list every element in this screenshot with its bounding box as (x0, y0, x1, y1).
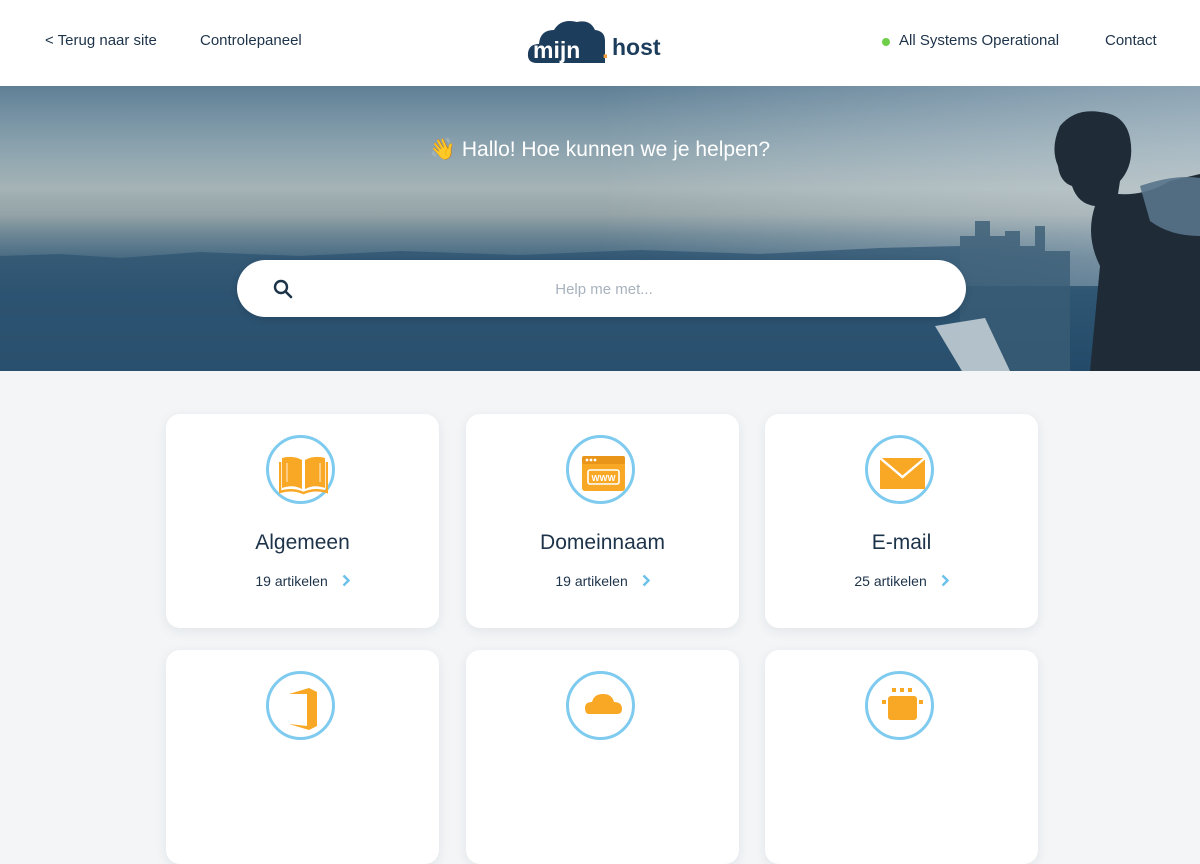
card-article-count[interactable]: 19 artikelen (166, 573, 439, 589)
hero-banner: 👋 Hallo! Hoe kunnen we je helpen? (0, 86, 1200, 371)
search-icon[interactable] (273, 279, 293, 299)
category-card-e-mail[interactable]: E-mail 25 artikelen (765, 414, 1038, 628)
chevron-right-icon[interactable] (642, 574, 650, 587)
card-article-count[interactable]: 19 artikelen (466, 573, 739, 589)
svg-text:WWW: WWW (591, 473, 616, 483)
server-icon (882, 688, 923, 720)
office-icon (289, 688, 317, 730)
category-card-office[interactable] (166, 650, 439, 864)
logo-dot: . (602, 37, 609, 64)
chevron-right-icon[interactable] (941, 574, 949, 587)
card-icon-ring (865, 671, 934, 740)
open-book-icon (279, 456, 328, 495)
card-icon-ring: WWW (566, 435, 635, 504)
www-browser-icon: WWW (582, 456, 625, 491)
brand-logo[interactable]: mijn . host (527, 16, 667, 66)
category-card-domeinnaam[interactable]: WWW Domeinnaam 19 artikelen (466, 414, 739, 628)
search-input[interactable] (307, 260, 901, 319)
card-article-count[interactable]: 25 artikelen (765, 573, 1038, 589)
card-title: Algemeen (255, 531, 350, 554)
card-icon-ring (566, 671, 635, 740)
card-icon-ring (865, 435, 934, 504)
status-indicator-dot (882, 38, 890, 46)
cloud-icon (585, 694, 622, 714)
card-icon-ring (266, 671, 335, 740)
top-header: < Terug naar site Controlepaneel mijn . … (0, 0, 1200, 86)
card-title: Domeinnaam (540, 531, 665, 554)
logo-text-mijn: mijn (533, 37, 580, 63)
control-panel-link[interactable]: Controlepaneel (200, 32, 302, 49)
card-title: E-mail (871, 531, 932, 554)
card-icon-ring (266, 435, 335, 504)
logo-text-host: host (612, 34, 661, 60)
search-bar[interactable] (237, 260, 966, 319)
category-card-server[interactable] (765, 650, 1038, 864)
waving-hand-icon: 👋 (429, 138, 457, 161)
hero-heading-text: Hallo! Hoe kunnen we je helpen? (461, 138, 771, 161)
envelope-icon (879, 457, 926, 489)
back-to-site-link[interactable]: < Terug naar site (45, 32, 157, 49)
category-card-algemeen[interactable]: Algemeen 19 artikelen (166, 414, 439, 628)
city-skyline-background (0, 86, 1200, 371)
contact-link[interactable]: Contact (1105, 32, 1157, 49)
hero-heading: 👋 Hallo! Hoe kunnen we je helpen? (0, 138, 1200, 162)
system-status-link[interactable]: All Systems Operational (899, 32, 1059, 49)
chevron-right-icon[interactable] (342, 574, 350, 587)
category-card-cloud[interactable] (466, 650, 739, 864)
